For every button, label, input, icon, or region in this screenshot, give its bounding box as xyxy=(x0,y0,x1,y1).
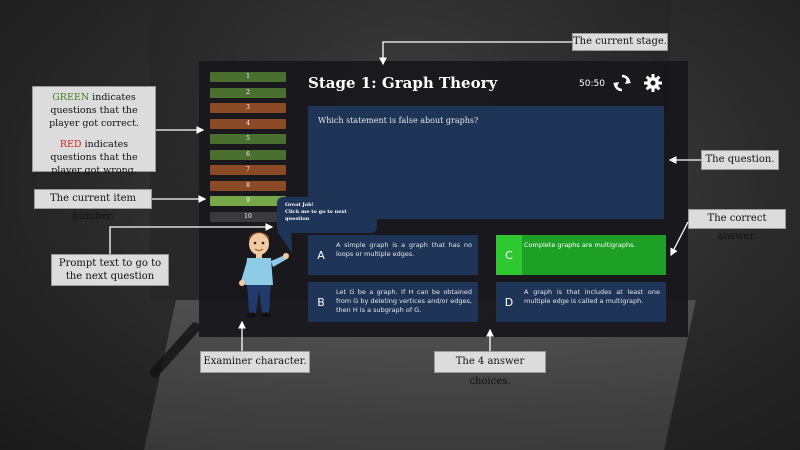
callout-correct-answer: The correct answer. xyxy=(688,209,786,242)
answer-text: Complete graphs are multigraphs. xyxy=(524,241,636,249)
answer-letter: B xyxy=(317,295,325,309)
callout-current-item-number: The current item number. xyxy=(34,189,152,222)
examiner-character[interactable] xyxy=(227,227,289,323)
prompt-line-1: Great Job! xyxy=(285,202,314,208)
item-number-8[interactable]: 8 xyxy=(210,180,286,191)
next-question-prompt-bubble[interactable]: Great Job! Click me to go to next questi… xyxy=(277,197,377,233)
item-number-4[interactable]: 4 xyxy=(210,118,286,129)
game-panel: 1 2 3 4 5 6 7 8 9 10 Stage 1: Graph Theo… xyxy=(199,61,688,337)
item-number-10[interactable]: 10 xyxy=(210,211,286,222)
item-number-1[interactable]: 1 xyxy=(210,72,286,82)
item-number-9-current[interactable]: 9 xyxy=(210,196,286,206)
question-text: Which statement is false about graphs? xyxy=(318,116,479,125)
callout-examiner-character: Examiner character. xyxy=(200,351,310,373)
item-number-3[interactable]: 3 xyxy=(210,103,286,113)
answer-text: A simple graph is a graph that has no lo… xyxy=(336,241,472,258)
gear-icon[interactable] xyxy=(643,73,663,93)
callout-current-stage: The current stage. xyxy=(572,33,668,51)
timer: 50:50 xyxy=(579,79,605,89)
callout-question: The question. xyxy=(701,150,779,170)
item-number-2[interactable]: 2 xyxy=(210,87,286,98)
answer-choice-a[interactable]: A A simple graph is a graph that has no … xyxy=(308,235,478,275)
answer-choice-d[interactable]: D A graph is that includes at least one … xyxy=(496,282,666,322)
answer-choice-c-correct[interactable]: C Complete graphs are multigraphs. xyxy=(496,235,666,275)
callout-answer-choices: The 4 answer choices. xyxy=(434,351,546,387)
prompt-line-2: Click me to go to next question xyxy=(285,209,347,222)
item-number-5[interactable]: 5 xyxy=(210,134,286,144)
legend-red-word: RED xyxy=(59,139,82,150)
callout-item-color-legend: GREEN indicates questions that the playe… xyxy=(32,86,156,176)
legend-green-word: GREEN xyxy=(52,92,90,103)
item-number-7[interactable]: 7 xyxy=(210,165,286,175)
stage-title: Stage 1: Graph Theory xyxy=(308,74,498,92)
item-number-6[interactable]: 6 xyxy=(210,149,286,160)
answer-choice-b[interactable]: B Let G be a graph. If H can be obtained… xyxy=(308,282,478,322)
answer-text: Let G be a graph. If H can be obtained f… xyxy=(336,288,472,314)
answer-letter: A xyxy=(317,248,325,262)
answer-text: A graph is that includes at least one mu… xyxy=(524,288,660,305)
item-number-list: 1 2 3 4 5 6 7 8 9 10 xyxy=(210,72,286,227)
callout-prompt-text: Prompt text to go to the next question xyxy=(51,254,169,286)
refresh-icon[interactable] xyxy=(612,73,632,93)
answer-letter: C xyxy=(496,235,522,275)
answer-letter: D xyxy=(504,295,514,309)
